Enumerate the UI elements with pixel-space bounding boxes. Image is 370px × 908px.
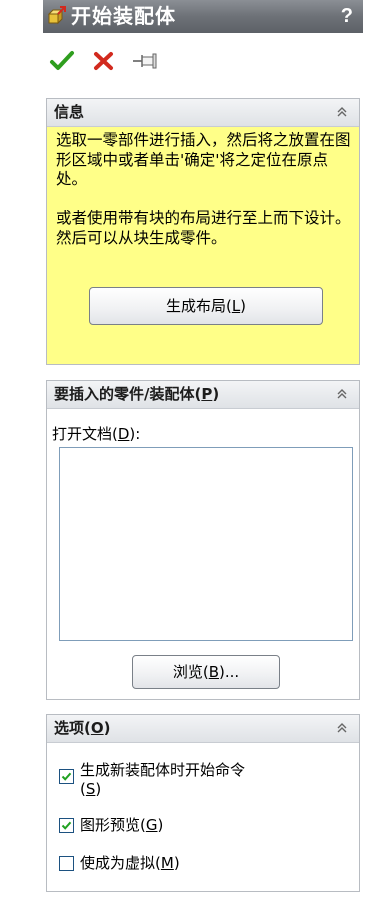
help-button[interactable]: ? [341,3,353,29]
options-title-text: 选项( [54,719,91,737]
info-group: 信息 选取一零部件进行插入，然后将之放置在图形区域中或者单击'确定'将之定位在原… [46,98,360,365]
info-group-title: 信息 [54,103,85,121]
pin-button[interactable] [131,48,159,76]
browse-hotkey: B [208,663,219,681]
make-virtual-paren-close: ) [173,854,180,872]
collapse-icon[interactable] [335,721,349,735]
create-layout-label-end: ) [240,297,247,315]
graphics-preview-hotkey: G [145,816,158,834]
close-icon [94,52,113,70]
browse-label: 浏览( [172,663,209,681]
graphics-preview-paren-close: ) [157,816,164,834]
action-toolbar [43,48,243,78]
start-command-paren-close: ) [95,780,102,798]
open-documents-list[interactable] [59,447,353,641]
graphics-preview-checkbox[interactable] [59,818,74,833]
make-virtual-label[interactable]: 使成为虚拟(M) [80,854,180,873]
browse-label-end: )... [219,663,240,681]
start-command-hotkey: S [85,780,96,798]
options-title-hotkey: O [90,719,104,737]
create-layout-hotkey: L [231,297,241,315]
info-group-header[interactable]: 信息 [47,99,359,127]
create-layout-button[interactable]: 生成布局(L) [89,287,323,325]
options-group-title: 选项(O) [54,719,110,738]
graphics-preview-label[interactable]: 图形预览(G) [80,816,163,835]
info-paragraph-2: 或者使用带有块的布局进行至上而下设计。然后可以从块生成零件。 [56,209,351,247]
info-message: 选取一零部件进行插入，然后将之放置在图形区域中或者单击'确定'将之定位在原点处。… [56,131,354,248]
insert-group-header[interactable]: 要插入的零件/装配体(P) [47,381,359,409]
open-docs-end: ): [129,425,141,443]
options-group: 选项(O) 生成新装配体时开始命令 (S) 图形预览(G) 使成为虚拟(M) [46,714,360,892]
title-bar: 开始装配体 ? [43,0,363,33]
open-docs-text: 打开文档( [52,425,118,443]
checkmark-icon [61,821,72,830]
open-documents-label: 打开文档(D): [52,424,140,444]
info-paragraph-1: 选取一零部件进行插入，然后将之放置在图形区域中或者单击'确定'将之定位在原点处。 [56,131,351,188]
insert-parts-group: 要插入的零件/装配体(P) 打开文档(D): 浏览(B)... [46,380,360,700]
insert-title-end: ) [212,385,220,403]
insert-title-hotkey: P [201,385,213,403]
options-group-header[interactable]: 选项(O) [47,715,359,743]
start-command-label[interactable]: 生成新装配体时开始命令 [80,761,245,780]
property-manager-panel: 开始装配体 ? 信息 选取一零部件进行插入，然后将之放置在图形区域中或者单击'确… [43,0,363,908]
checkmark-icon [50,51,74,70]
collapse-icon[interactable] [335,105,349,119]
pushpin-icon [133,53,157,69]
checkmark-icon [61,772,72,781]
graphics-preview-text: 图形预览( [80,816,146,834]
insert-title-text: 要插入的零件/装配体( [54,385,202,403]
browse-button[interactable]: 浏览(B)... [132,655,280,689]
collapse-icon[interactable] [335,387,349,401]
open-docs-hotkey: D [117,425,130,443]
cancel-button[interactable] [91,48,119,76]
assembly-icon [46,5,68,27]
options-title-end: ) [103,719,111,737]
make-virtual-checkbox[interactable] [59,856,74,871]
insert-group-title: 要插入的零件/装配体(P) [54,385,219,404]
page-title: 开始装配体 [71,4,176,28]
start-command-checkbox[interactable] [59,769,74,784]
make-virtual-text: 使成为虚拟( [80,854,161,872]
create-layout-label: 生成布局( [165,297,232,315]
info-message-box: 选取一零部件进行插入，然后将之放置在图形区域中或者单击'确定'将之定位在原点处。… [47,127,359,364]
start-command-hotkey-label[interactable]: (S) [80,780,101,799]
ok-button[interactable] [49,48,77,76]
make-virtual-hotkey: M [160,854,174,872]
